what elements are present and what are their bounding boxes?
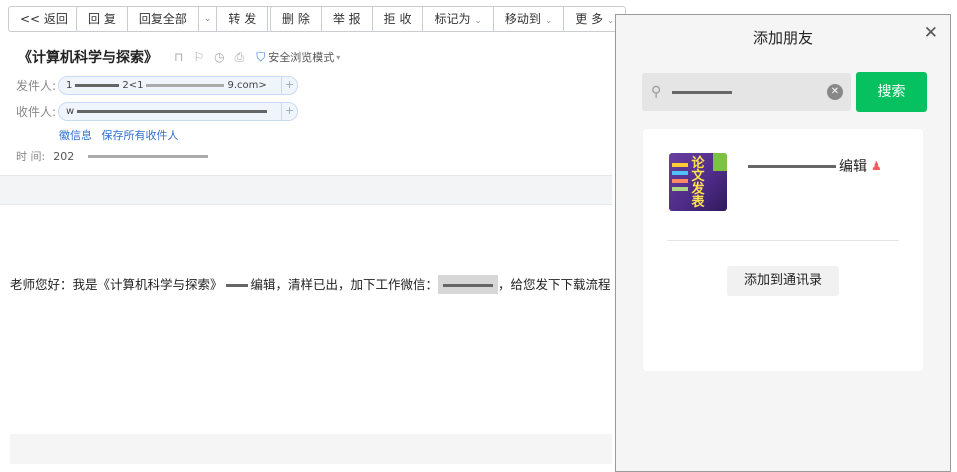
search-input[interactable]: ⚲ ✕ (642, 73, 851, 111)
avatar[interactable]: 论文发表 (669, 153, 727, 211)
recipient-links: 徽信息 保存所有收件人 (59, 127, 185, 143)
mark-as-label: 标记为 (434, 12, 471, 26)
avatar-text: 论文发表 (691, 156, 705, 210)
chevron-down-icon: ⌄ (606, 16, 615, 26)
reject-button[interactable]: 拒 收 (371, 7, 423, 31)
close-icon[interactable]: ✕ (924, 23, 938, 43)
from-label: 发件人: (16, 78, 57, 93)
wechat-id-highlight[interactable] (438, 275, 499, 294)
avatar-stripe (672, 187, 688, 191)
redaction (77, 109, 268, 113)
mark-as-button[interactable]: 标记为 ⌄ (422, 7, 492, 31)
print-icon[interactable]: ⎙ (235, 50, 245, 65)
redaction (748, 164, 836, 168)
avatar-stripe (672, 179, 688, 183)
recipient-prefix: w (66, 105, 75, 117)
time-value: 202 (53, 149, 75, 163)
chevron-down-icon: ▾ (336, 52, 341, 62)
time-label: 时 间: (16, 150, 46, 163)
reply-button[interactable]: 回 复 (77, 7, 127, 31)
result-name: 编辑 ♟ (745, 156, 882, 176)
bookmark-icon[interactable]: ⊓ (174, 50, 183, 64)
result-name-suffix: 编辑 (839, 159, 867, 175)
reply-group: 回 复 回复全部 ⌄ 转 发 ⌄ (76, 6, 287, 32)
safe-browsing-label: 安全浏览模式 (268, 51, 335, 64)
action-group: 删 除 举 报 拒 收 标记为 ⌄ 移动到 ⌄ 更 多 ⌄ (270, 6, 627, 32)
add-contact-icon[interactable]: + (281, 76, 297, 94)
avatar-stripe (672, 171, 688, 175)
save-recipients-link[interactable]: 保存所有收件人 (102, 129, 179, 142)
person-icon: ♟ (871, 159, 882, 173)
shield-icon: ⛉ (256, 49, 266, 64)
redaction (146, 83, 225, 87)
body-text-1: 老师您好：我是《计算机科学与探索》 (10, 277, 223, 292)
search-button[interactable]: 搜索 (856, 72, 927, 112)
redaction (75, 83, 120, 87)
sender-chip[interactable]: 1 2<1 9.com> + (58, 75, 298, 95)
mail-subject: 《计算机科学与探索》 (18, 50, 158, 66)
redaction (672, 90, 733, 94)
subject-row: 《计算机科学与探索》 ⊓ ⚐ ◷ ⎙ ⛉ 安全浏览模式 ▾ (18, 48, 340, 67)
screen: << 返回 回 复 回复全部 ⌄ 转 发 ⌄ 删 除 举 报 拒 收 标记为 ⌄… (0, 0, 957, 472)
redaction (225, 284, 248, 287)
avatar-stripe (672, 163, 688, 167)
safe-browsing-mode[interactable]: ⛉ 安全浏览模式 ▾ (256, 49, 340, 65)
reply-all-button[interactable]: 回复全部 (126, 7, 198, 31)
report-button[interactable]: 举 报 (320, 7, 372, 31)
forward-button[interactable]: 转 发 (216, 7, 267, 31)
avatar-corner (713, 153, 727, 171)
body-text-2: 编辑，清样已出，加下工作微信： (250, 277, 439, 292)
add-contact-icon[interactable]: + (281, 102, 297, 120)
search-icon: ⚲ (651, 84, 662, 100)
from-row: 发件人: 1 2<1 9.com> + (16, 75, 298, 95)
to-row: 收件人: w + (16, 101, 298, 121)
sender-suffix: 9.com> (227, 79, 267, 91)
redaction (88, 154, 209, 158)
contact-info-link[interactable]: 徽信息 (59, 129, 92, 142)
sender-mid: 2<1 (122, 79, 144, 91)
move-to-label: 移动到 (504, 12, 541, 26)
sender-prefix: 1 (66, 79, 73, 91)
to-label: 收件人: (16, 104, 57, 119)
recipient-chip[interactable]: w + (58, 101, 298, 121)
redaction (443, 284, 494, 287)
add-to-contacts-button[interactable]: 添加到通讯录 (727, 266, 839, 296)
mail-body-text: 老师您好：我是《计算机科学与探索》 编辑，清样已出，加下工作微信： ，给您发下下载流… (10, 274, 611, 294)
delete-button[interactable]: 删 除 (271, 7, 321, 31)
mail-footer (10, 434, 612, 464)
more-label: 更 多 (575, 12, 604, 26)
chevron-down-icon: ⌄ (544, 16, 553, 26)
add-friend-dialog: 添加朋友 ✕ ⚲ ✕ 搜索 论文发表 编辑 ♟ 添加到通讯录 (615, 14, 951, 472)
back-button[interactable]: << 返回 (9, 7, 79, 31)
move-to-button[interactable]: 移动到 ⌄ (492, 7, 563, 31)
flag-icon[interactable]: ⚐ (193, 50, 204, 64)
mail-body-divider (0, 175, 612, 205)
clock-icon[interactable]: ◷ (214, 50, 224, 64)
time-row: 时 间: 202 (16, 148, 211, 164)
dialog-title: 添加朋友 (752, 29, 813, 47)
card-divider (667, 240, 899, 241)
back-group: << 返回 (8, 6, 80, 32)
body-text-3: ，给您发下下载流程 (498, 277, 611, 292)
chevron-down-icon: ⌄ (474, 16, 482, 26)
search-result-card: 论文发表 编辑 ♟ 添加到通讯录 (643, 129, 923, 371)
clear-icon[interactable]: ✕ (827, 84, 843, 100)
reply-all-dropdown[interactable]: ⌄ (197, 7, 217, 31)
